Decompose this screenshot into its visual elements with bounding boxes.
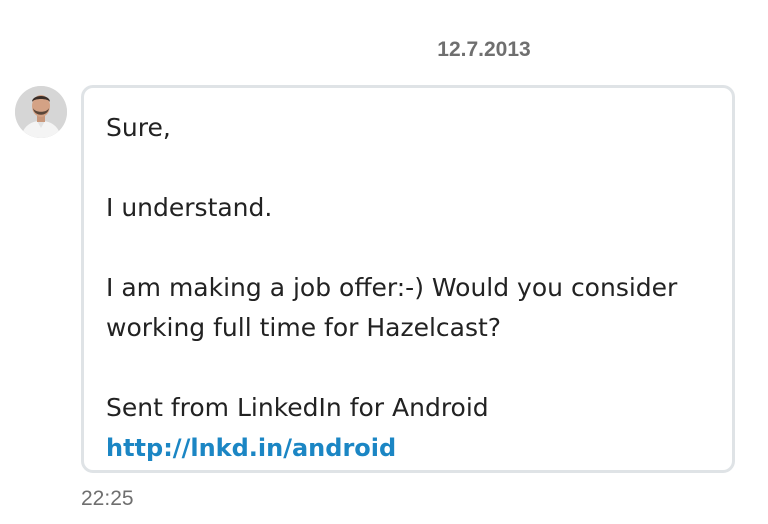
message-bubble: Sure, I understand. I am making a job of… [81,85,735,473]
message-link[interactable]: http://lnkd.in/android [106,434,396,462]
avatar-photo-icon [15,86,67,138]
message-signature: Sent from LinkedIn for Android [106,393,489,422]
message-line: Sure, [106,113,171,142]
message-timestamp: 22:25 [81,487,134,510]
date-separator: 12.7.2013 [437,38,531,61]
message-line: I understand. [106,193,273,222]
message-line: working full time for Hazelcast? [106,313,502,342]
sender-avatar[interactable] [15,86,67,138]
message-line: I am making a job offer:-) Would you con… [106,273,678,302]
